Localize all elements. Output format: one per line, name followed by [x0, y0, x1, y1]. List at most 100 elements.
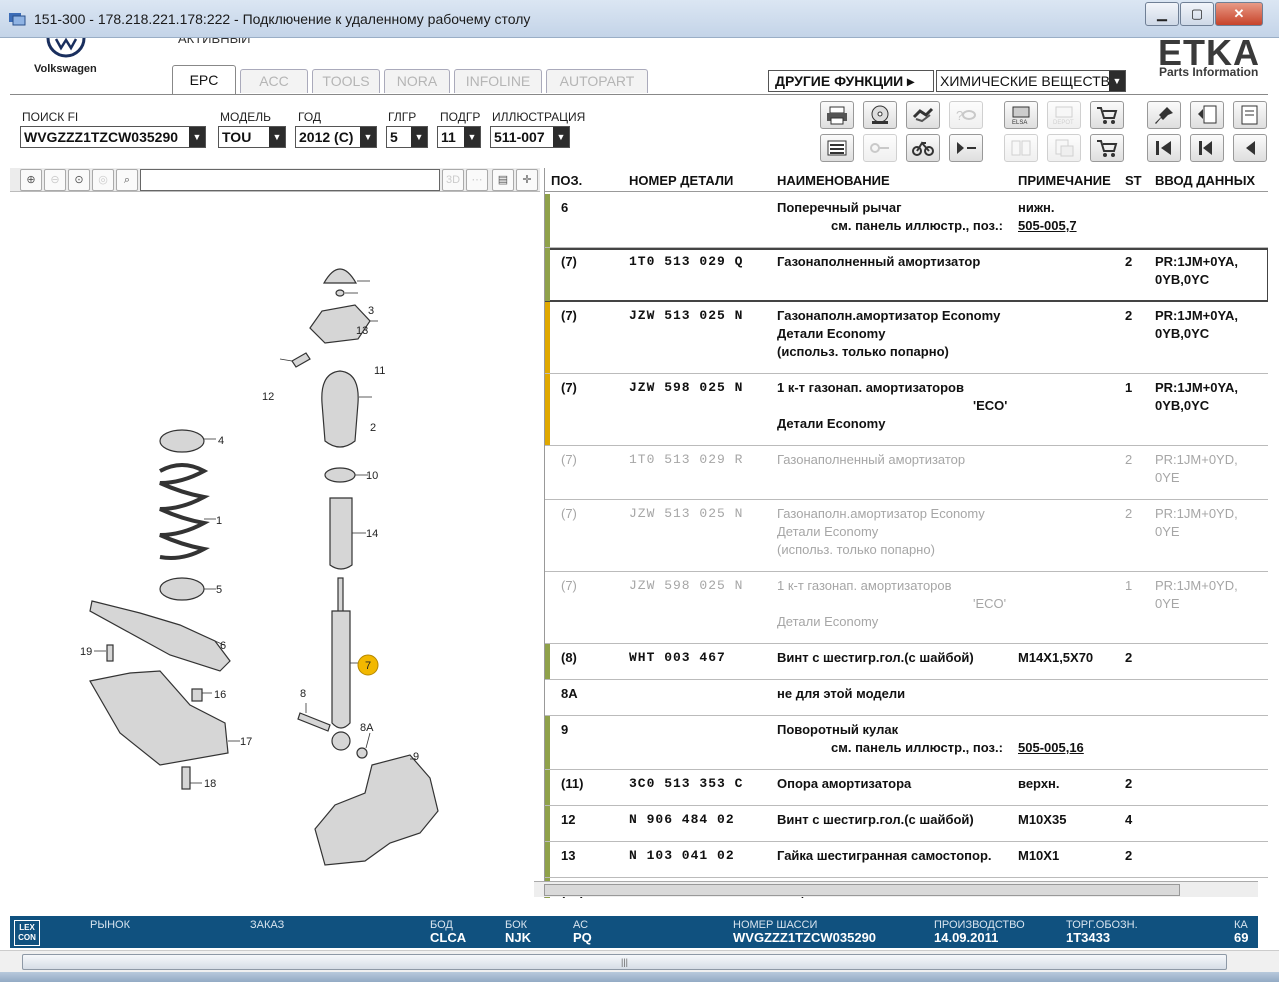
tab-epc[interactable]: EPC: [172, 65, 236, 95]
model-select[interactable]: TOU ▼: [218, 126, 286, 148]
next-line-button[interactable]: [949, 134, 983, 162]
col-part-no[interactable]: НОМЕР ДЕТАЛИ: [629, 173, 733, 188]
chemicals-select[interactable]: ХИМИЧЕСКИЕ ВЕЩЕСТВА ▼: [936, 70, 1126, 92]
chevron-down-icon[interactable]: ▼: [269, 127, 285, 147]
tab-autopart[interactable]: AUTOPART: [546, 69, 648, 93]
callout-label[interactable]: 13: [356, 325, 368, 337]
part-19-shape[interactable]: [106, 644, 114, 662]
prev-button[interactable]: [1190, 134, 1224, 162]
tab-infoline[interactable]: INFOLINE: [454, 69, 542, 93]
table-row[interactable]: (8) WHT 003 467 Винт с шестигр.гол.(с шайб…: [545, 644, 1268, 680]
cart-add-button[interactable]: [1090, 101, 1124, 129]
chevron-down-icon[interactable]: ▼: [464, 127, 480, 147]
col-note[interactable]: ПРИМЕЧАНИЕ: [1018, 173, 1111, 188]
tab-nora[interactable]: NORA: [384, 69, 450, 93]
zoom-in-icon[interactable]: ⊕: [20, 169, 42, 191]
tab-tools[interactable]: TOOLS: [312, 69, 380, 93]
split-view-icon[interactable]: ▤: [492, 169, 514, 191]
part-16-shape[interactable]: [191, 688, 203, 702]
part-11-shape[interactable]: [309, 304, 371, 344]
part-7-rod[interactable]: [337, 577, 344, 614]
dealer-button[interactable]: [1047, 134, 1081, 162]
part-12-shape[interactable]: [291, 352, 311, 368]
table-row[interactable]: (7) JZW 598 025 N 1 к-т газонап. амортизат…: [545, 572, 1268, 644]
year-select[interactable]: 2012 (С) ▼: [295, 126, 377, 148]
callout-label[interactable]: 8A: [360, 722, 374, 734]
list-button[interactable]: [1190, 101, 1224, 129]
search-fi-select[interactable]: WVGZZZ1TZCW035290 ▼: [20, 126, 206, 148]
illustration-ref-link[interactable]: 505-005,16: [1018, 740, 1084, 755]
crosshair-icon[interactable]: ✛: [516, 169, 538, 191]
chevron-down-icon[interactable]: ▼: [1109, 71, 1125, 91]
col-pos[interactable]: ПОЗ.: [551, 173, 582, 188]
table-row[interactable]: (11) 3C0 513 353 C Опора амортизатора верхн…: [545, 770, 1268, 806]
callout-label[interactable]: 2: [370, 422, 376, 434]
scrollbar-thumb[interactable]: |||: [22, 954, 1227, 970]
callout-label[interactable]: 7: [365, 660, 371, 672]
callout-label[interactable]: 14: [366, 528, 378, 540]
table-row[interactable]: 6 Поперечный рычаг см. панель иллюстр., по…: [545, 194, 1268, 248]
first-button[interactable]: [1147, 134, 1181, 162]
callout-label[interactable]: 11: [374, 365, 385, 377]
table-row[interactable]: (7) 1T0 513 029 R Газонаполненный амортиза…: [545, 446, 1268, 500]
zoom-out-icon[interactable]: ⊖: [44, 169, 66, 191]
callout-label[interactable]: 4: [218, 435, 224, 447]
callout-label[interactable]: 18: [204, 778, 216, 790]
grid-toggle-icon[interactable]: ⋯: [466, 169, 488, 191]
table-horizontal-scrollbar[interactable]: [534, 881, 1258, 897]
col-data[interactable]: ВВОД ДАННЫХ: [1155, 173, 1255, 188]
main-group-select[interactable]: 5 ▼: [386, 126, 428, 148]
illustration-select[interactable]: 511-007 ▼: [490, 126, 570, 148]
chevron-down-icon[interactable]: ▼: [360, 127, 376, 147]
zoom-fit-icon[interactable]: ⊙: [68, 169, 90, 191]
cd-button[interactable]: [863, 101, 897, 129]
pin-button[interactable]: [1147, 101, 1181, 129]
part-7-body[interactable]: [331, 610, 351, 729]
chevron-down-icon[interactable]: ▼: [189, 127, 205, 147]
handshake-button[interactable]: [906, 101, 940, 129]
sub-group-select[interactable]: 11 ▼: [437, 126, 481, 148]
part-14-shape[interactable]: [329, 497, 353, 570]
part-10-shape[interactable]: [324, 467, 356, 483]
cart-button[interactable]: [1090, 134, 1124, 162]
table-row[interactable]: (7) JZW 513 025 N Газонаполн.амортизатор E…: [545, 500, 1268, 572]
device-button[interactable]: [1004, 134, 1038, 162]
document-button[interactable]: [1233, 101, 1267, 129]
notes-button[interactable]: [820, 134, 854, 162]
elsa-button[interactable]: ELSA: [1004, 101, 1038, 129]
chevron-down-icon[interactable]: ▼: [553, 127, 569, 147]
part-8-shape[interactable]: [297, 712, 331, 732]
part-5-shape[interactable]: [159, 577, 205, 601]
callout-label[interactable]: 10: [366, 470, 378, 482]
callout-label[interactable]: 5: [216, 584, 222, 596]
zoom-100-icon[interactable]: ◎: [92, 169, 114, 191]
table-row[interactable]: 13 N 103 041 02 Гайка шестигранная самосто…: [545, 842, 1268, 878]
search-icon[interactable]: ⌕: [116, 169, 138, 191]
tab-acc[interactable]: ACC: [240, 69, 308, 93]
table-row[interactable]: (7) JZW 513 025 N Газонаполн.амортизатор E…: [545, 302, 1268, 374]
illustration-ref-link[interactable]: 505-005,7: [1018, 218, 1077, 233]
minimize-button[interactable]: ▁: [1145, 2, 1179, 26]
part-8a-shape[interactable]: [356, 747, 368, 759]
col-st[interactable]: ST: [1125, 173, 1142, 188]
depot-button[interactable]: DEPOT: [1047, 101, 1081, 129]
window-horizontal-scrollbar[interactable]: |||: [0, 950, 1279, 972]
link-button[interactable]: ?: [949, 101, 983, 129]
callout-label[interactable]: 9: [413, 751, 419, 763]
close-button[interactable]: ✕: [1215, 2, 1263, 26]
scrollbar-thumb[interactable]: [544, 884, 1180, 896]
part-4-shape[interactable]: [159, 429, 205, 453]
print-button[interactable]: [820, 101, 854, 129]
table-row[interactable]: (7) JZW 598 025 N 1 к-т газонап. амортизат…: [545, 374, 1268, 446]
callout-label[interactable]: 3: [368, 305, 374, 317]
other-functions-button[interactable]: ДРУГИЕ ФУНКЦИИ ▸: [768, 70, 934, 92]
bicycle-button[interactable]: [906, 134, 940, 162]
part-1-shape[interactable]: [159, 463, 210, 560]
part-17-shape[interactable]: [89, 670, 229, 766]
callout-label[interactable]: 6: [220, 640, 226, 652]
table-row[interactable]: (7) 1T0 513 029 Q Газонаполненный амортиза…: [545, 248, 1268, 302]
callout-label[interactable]: 8: [300, 688, 306, 700]
part-9-shape[interactable]: [314, 754, 439, 866]
col-name[interactable]: НАИМЕНОВАНИЕ: [777, 173, 890, 188]
callout-label[interactable]: 16: [214, 689, 226, 701]
